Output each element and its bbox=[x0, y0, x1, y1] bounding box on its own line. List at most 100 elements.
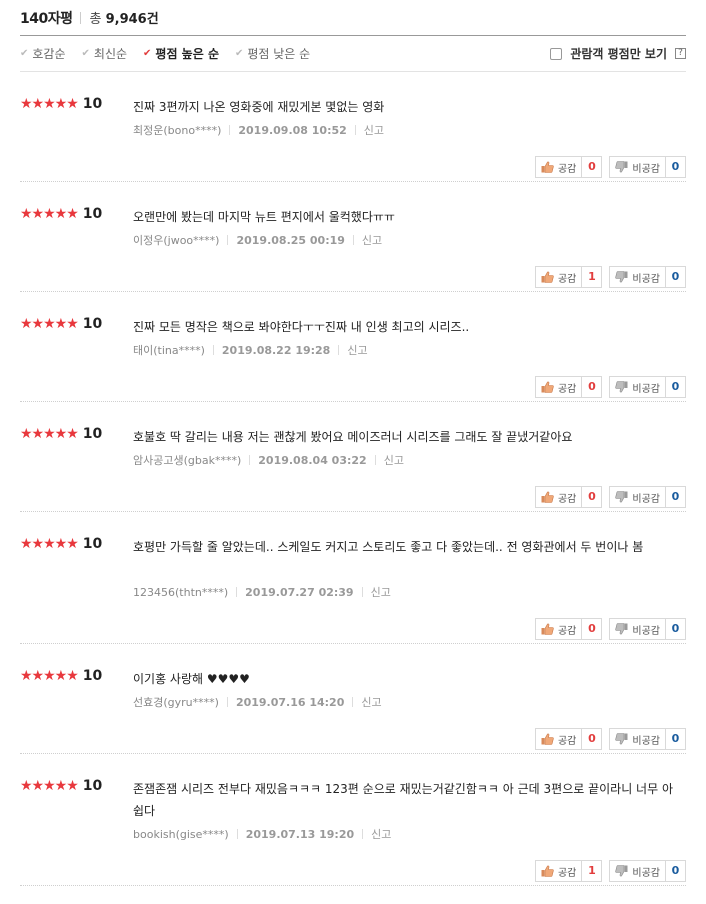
dislike-count: 0 bbox=[666, 266, 686, 288]
sort-likes[interactable]: ✔ 호감순 bbox=[20, 45, 66, 62]
like-count: 1 bbox=[582, 266, 603, 288]
review-meta: bookish(gise****) 2019.07.13 19:20 신고 bbox=[133, 826, 391, 842]
vote-buttons: 공감 0 비공감 0 bbox=[534, 156, 686, 178]
header-divider bbox=[80, 11, 82, 24]
sort-score-high[interactable]: ✔ 평점 높은 순 bbox=[143, 45, 219, 62]
total-number: 9,946건 bbox=[105, 12, 159, 27]
like-button[interactable]: 공감 bbox=[534, 618, 583, 640]
star-rating: ★★★★★ 10 bbox=[20, 536, 102, 552]
dislike-label: 비공감 bbox=[632, 163, 660, 175]
like-button[interactable]: 공감 bbox=[534, 486, 583, 508]
review-author[interactable]: 태이(tina****) bbox=[133, 342, 205, 358]
dislike-label: 비공감 bbox=[632, 867, 660, 879]
report-link[interactable]: 신고 bbox=[361, 694, 381, 710]
dislike-label: 비공감 bbox=[632, 493, 660, 505]
dislike-label: 비공감 bbox=[632, 625, 660, 637]
dislike-button[interactable]: 비공감 bbox=[609, 618, 666, 640]
review-author[interactable]: 최정운(bono****) bbox=[133, 122, 221, 138]
review-item: ★★★★★ 10 존잼존잼 시리즈 전부다 재밌음ㅋㅋㅋ 123편 순으로 재밌는거… bbox=[20, 754, 686, 886]
audience-only-checkbox[interactable] bbox=[550, 47, 563, 60]
review-author[interactable]: 선효경(gyru****) bbox=[133, 694, 219, 710]
meta-divider bbox=[227, 235, 229, 245]
like-label: 공감 bbox=[557, 867, 577, 879]
meta-divider bbox=[362, 829, 364, 839]
like-button[interactable]: 공감 bbox=[534, 860, 583, 882]
report-link[interactable]: 신고 bbox=[371, 826, 391, 842]
score-value: 10 bbox=[82, 426, 103, 442]
report-link[interactable]: 신고 bbox=[347, 342, 367, 358]
thumbs-down-icon bbox=[615, 733, 628, 745]
review-text: 진짜 모든 명작은 책으로 봐야한다ㅜㅜ진짜 내 인생 최고의 시리즈.. bbox=[133, 320, 470, 334]
like-label: 공감 bbox=[557, 383, 577, 395]
dislike-button[interactable]: 비공감 bbox=[609, 266, 666, 288]
review-author[interactable]: 이정우(jwoo****) bbox=[133, 232, 219, 248]
check-icon: ✔ bbox=[81, 48, 90, 59]
dislike-button[interactable]: 비공감 bbox=[609, 860, 666, 882]
vote-buttons: 공감 0 비공감 0 bbox=[534, 376, 686, 398]
like-button[interactable]: 공감 bbox=[534, 156, 583, 178]
meta-divider bbox=[229, 125, 231, 135]
dislike-button[interactable]: 비공감 bbox=[609, 156, 666, 178]
like-button[interactable]: 공감 bbox=[534, 728, 583, 750]
dislike-button[interactable]: 비공감 bbox=[609, 376, 666, 398]
meta-divider bbox=[374, 455, 376, 465]
like-count: 0 bbox=[582, 486, 603, 508]
dislike-count: 0 bbox=[666, 486, 686, 508]
like-count: 0 bbox=[582, 728, 603, 750]
stars-icon: ★★★★★ bbox=[20, 316, 79, 332]
like-label: 공감 bbox=[557, 163, 577, 175]
meta-divider bbox=[354, 125, 356, 135]
thumbs-up-icon bbox=[541, 733, 554, 745]
meta-divider bbox=[236, 829, 238, 839]
stars-icon: ★★★★★ bbox=[20, 668, 79, 684]
help-icon[interactable]: ? bbox=[675, 48, 686, 59]
like-count: 0 bbox=[582, 618, 603, 640]
review-date: 2019.07.16 14:20 bbox=[235, 695, 345, 709]
review-date: 2019.08.04 03:22 bbox=[258, 453, 367, 467]
review-author[interactable]: 암사공고생(gbak****) bbox=[133, 452, 241, 468]
score-value: 10 bbox=[82, 316, 103, 332]
report-link[interactable]: 신고 bbox=[362, 232, 382, 248]
score-value: 10 bbox=[82, 668, 103, 684]
review-item: ★★★★★ 10 오랜만에 봤는데 마지막 뉴트 편지에서 울컥했다ㅠㅠ 이정우(jw… bbox=[20, 182, 686, 292]
star-rating: ★★★★★ 10 bbox=[20, 778, 102, 794]
like-button[interactable]: 공감 bbox=[534, 376, 583, 398]
thumbs-up-icon bbox=[541, 623, 554, 635]
review-meta: 선효경(gyru****) 2019.07.16 14:20 신고 bbox=[133, 694, 382, 710]
review-text: 이기홍 사랑해 ♥♥♥♥ bbox=[133, 672, 250, 686]
report-link[interactable]: 신고 bbox=[384, 452, 404, 468]
meta-divider bbox=[352, 235, 354, 245]
like-button[interactable]: 공감 bbox=[534, 266, 583, 288]
review-author[interactable]: 123456(thtn****) bbox=[133, 586, 228, 599]
star-rating: ★★★★★ 10 bbox=[20, 426, 102, 442]
review-meta: 태이(tina****) 2019.08.22 19:28 신고 bbox=[133, 342, 368, 358]
dislike-count: 0 bbox=[666, 860, 686, 882]
dislike-button[interactable]: 비공감 bbox=[609, 486, 666, 508]
report-link[interactable]: 신고 bbox=[371, 584, 391, 600]
like-count: 0 bbox=[582, 156, 603, 178]
meta-divider bbox=[236, 587, 238, 597]
sort-score-low[interactable]: ✔ 평점 낮은 순 bbox=[235, 45, 310, 62]
sort-label: 평점 낮은 순 bbox=[247, 47, 311, 61]
meta-divider bbox=[226, 697, 228, 707]
dislike-button[interactable]: 비공감 bbox=[609, 728, 666, 750]
dislike-label: 비공감 bbox=[632, 383, 660, 395]
review-date: 2019.09.08 10:52 bbox=[238, 123, 347, 137]
score-value: 10 bbox=[82, 778, 103, 794]
sort-latest[interactable]: ✔ 최신순 bbox=[82, 45, 128, 62]
audience-filter: 관람객 평점만 보기 ? bbox=[550, 45, 686, 62]
review-meta: 암사공고생(gbak****) 2019.08.04 03:22 신고 bbox=[133, 452, 404, 468]
score-value: 10 bbox=[82, 206, 103, 222]
vote-buttons: 공감 0 비공감 0 bbox=[534, 728, 686, 750]
review-meta: 123456(thtn****) 2019.07.27 02:39 신고 bbox=[133, 584, 391, 600]
review-meta: 이정우(jwoo****) 2019.08.25 00:19 신고 bbox=[133, 232, 382, 248]
thumbs-up-icon bbox=[541, 865, 554, 877]
report-link[interactable]: 신고 bbox=[364, 122, 384, 138]
review-author[interactable]: bookish(gise****) bbox=[133, 828, 229, 841]
vote-buttons: 공감 1 비공감 0 bbox=[534, 860, 686, 882]
thumbs-down-icon bbox=[615, 381, 628, 393]
meta-divider bbox=[361, 587, 363, 597]
vote-buttons: 공감 1 비공감 0 bbox=[534, 266, 686, 288]
like-label: 공감 bbox=[557, 493, 577, 505]
audience-only-label[interactable]: 관람객 평점만 보기 bbox=[570, 45, 667, 62]
